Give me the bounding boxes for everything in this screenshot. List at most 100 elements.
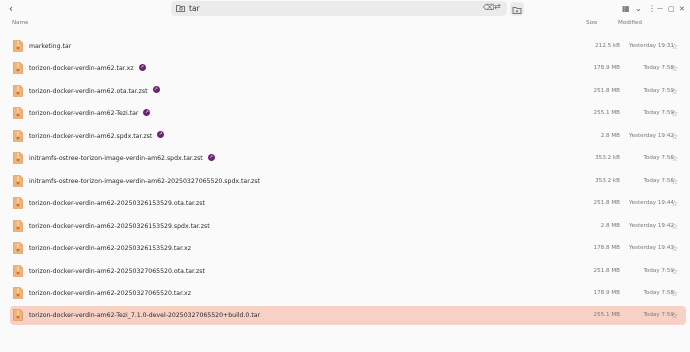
archive-file-icon [13,40,23,52]
search-input[interactable]: tar [189,2,200,15]
view-grid-icon[interactable]: ▦ [622,2,630,16]
file-row[interactable]: torizon-docker-verdin-am62-2025032706552… [10,284,686,303]
star-icon[interactable]: ☆ [671,284,678,303]
file-row[interactable]: torizon-docker-verdin-am62-Tezi_7.1.0-de… [10,306,686,326]
file-modified: Yesterday 19:43 [628,245,674,252]
file-modified: Yesterday 19:42 [628,132,674,139]
column-header-name[interactable]: Name [12,20,29,26]
file-size: 255.1 MB [593,312,620,319]
file-row[interactable]: torizon-docker-verdin-am62-2025032615352… [10,217,686,236]
file-name: torizon-docker-verdin-am62-2025032615352… [29,200,205,208]
file-size: 251.8 MB [593,87,620,94]
file-name: torizon-docker-verdin-am62-Tezi.tar ↗ [29,108,151,118]
symlink-icon: ↗ [207,153,215,161]
star-icon[interactable]: ☆ [671,59,678,78]
file-name: torizon-docker-verdin-am62-2025032706552… [29,289,191,297]
symlink-icon: ↗ [157,131,165,139]
star-icon[interactable]: ☆ [671,194,678,213]
symlink-icon: ↗ [138,63,146,71]
star-icon[interactable]: ☆ [671,127,678,146]
chevron-down-icon[interactable]: ⌄ [635,2,642,16]
archive-file-icon [13,242,23,254]
file-row[interactable]: torizon-docker-verdin-am62-Tezi.tar ↗ 255.… [10,104,686,123]
star-icon[interactable]: ☆ [671,239,678,258]
archive-file-icon [13,107,23,120]
archive-file-icon [13,219,23,232]
file-size: 2.8 MB [600,222,620,229]
file-modified: Today 7:56 [643,155,674,162]
symlink-icon: ↗ [152,86,160,94]
star-icon[interactable]: ☆ [671,217,678,236]
file-modified: Today 7:59 [643,312,674,319]
file-row[interactable]: initramfs-ostree-torizon-image-verdin-am… [10,172,686,191]
column-header-size[interactable]: Size [586,20,597,26]
file-modified: Today 7:59 [643,87,674,94]
new-folder-button[interactable] [510,2,524,16]
chevron-left-icon: ‹ [8,2,14,15]
file-name: torizon-docker-verdin-am62.ota.tar.zst ↗ [29,86,160,95]
archive-file-icon [13,309,23,322]
file-size: 255.1 MB [593,110,620,117]
star-icon[interactable]: ☆ [671,262,678,281]
file-name: initramfs-ostree-torizon-image-verdin-am… [29,177,261,185]
file-size: 353.2 kB [595,155,620,162]
archive-file-icon [13,129,23,142]
folder-plus-icon [512,7,522,14]
file-row[interactable]: torizon-docker-verdin-am62-2025032706552… [10,262,686,281]
file-row[interactable]: torizon-docker-verdin-am62-2025032615352… [10,239,686,258]
archive-file-icon [13,152,23,165]
file-size: 212.5 kB [595,43,620,49]
file-modified: Today 7:59 [643,267,674,274]
menu-icon[interactable]: ⋮ [648,2,656,16]
file-size: 251.8 MB [593,200,620,207]
symlink-icon: ↗ [143,108,151,116]
file-modified: Yesterday 19:44 [628,200,674,207]
file-size: 178.9 MB [593,65,620,72]
file-name: torizon-docker-verdin-am62.spdx.tar.zst ↗ [29,131,165,140]
back-button[interactable]: ‹ [4,2,18,16]
file-modified: Today 7:58 [643,289,674,296]
file-row[interactable]: torizon-docker-verdin-am62.spdx.tar.zst ↗… [10,127,686,146]
archive-file-icon [13,62,23,75]
file-row[interactable]: torizon-docker-verdin-am62.ota.tar.zst ↗ 2… [10,82,686,101]
file-modified: Today 7:59 [643,110,674,117]
search-options-icon[interactable]: ⇄ [494,2,501,11]
folder-search-icon [176,5,185,12]
file-row[interactable]: torizon-docker-verdin-am62-2025032615352… [10,194,686,213]
search-bar[interactable]: tar ⌫ ⇄ [171,1,507,16]
file-name: torizon-docker-verdin-am62-2025032615352… [29,222,210,230]
file-row[interactable]: initramfs-ostree-torizon-image-verdin-am… [10,149,686,168]
toolbar: ‹ tar ⌫ ⇄ ▦ ⌄ ⋮ — ▢ ✕ [0,0,690,18]
star-icon[interactable]: ☆ [671,82,678,101]
archive-file-icon [13,85,23,97]
file-modified: Yesterday 19:31 [628,43,674,49]
file-name: torizon-docker-verdin-am62-2025032615352… [29,245,191,253]
file-name: torizon-docker-verdin-am62-2025032706552… [29,267,205,275]
archive-file-icon [13,287,23,299]
star-icon[interactable]: ☆ [671,306,678,325]
file-name: torizon-docker-verdin-am62.tar.xz ↗ [29,63,146,73]
archive-file-icon [13,264,23,277]
archive-file-icon [13,174,23,187]
star-icon[interactable]: ☆ [671,172,678,191]
column-header-modified[interactable]: Modified [618,20,642,26]
star-icon[interactable]: ☆ [671,149,678,168]
file-name: torizon-docker-verdin-am62-Tezi_7.1.0-de… [29,312,261,320]
file-size: 251.8 MB [593,267,620,274]
file-row[interactable]: marketing.tar 212.5 kB Yesterday 19:31 ☆ [10,37,686,56]
clear-search-icon[interactable]: ⌫ [483,3,494,12]
file-name: initramfs-ostree-torizon-image-verdin-am… [29,153,215,163]
file-row[interactable]: torizon-docker-verdin-am62.tar.xz ↗ 178.9 … [10,59,686,78]
minimize-icon[interactable]: — [657,2,663,16]
star-icon[interactable]: ☆ [671,37,678,56]
file-size: 2.8 MB [600,132,620,139]
maximize-icon[interactable]: ▢ [668,2,675,16]
file-size: 353.2 kB [595,177,620,184]
file-size: 178.8 MB [593,245,620,252]
archive-file-icon [13,197,23,209]
file-name: marketing.tar [29,43,72,50]
file-modified: Today 7:58 [643,65,674,72]
star-icon[interactable]: ☆ [671,104,678,123]
file-modified: Yesterday 19:42 [628,222,674,229]
close-icon[interactable]: ✕ [679,2,685,16]
